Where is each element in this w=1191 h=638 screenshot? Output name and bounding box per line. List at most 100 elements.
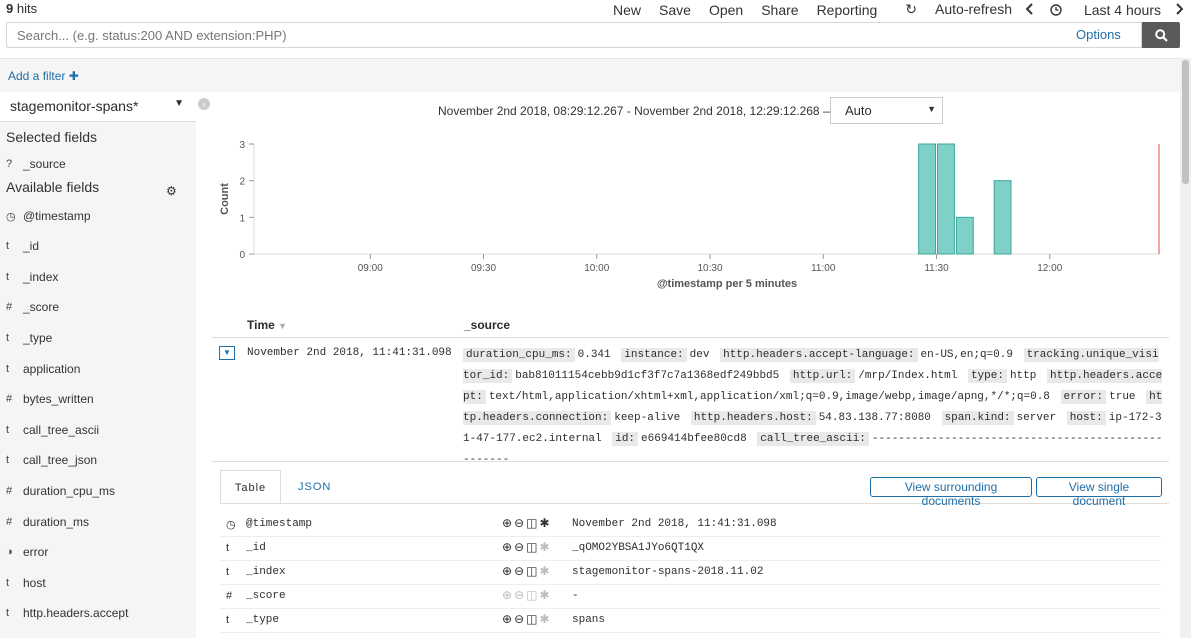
- search-bar: Options: [6, 22, 1180, 48]
- field-item[interactable]: t host: [6, 573, 192, 593]
- zoom-in-icon[interactable]: ⊕: [502, 588, 514, 602]
- detail-field-name: _score: [246, 590, 286, 602]
- search-button[interactable]: [1142, 22, 1180, 48]
- zoom-in-icon[interactable]: ⊕: [502, 516, 514, 530]
- field-name: _index: [23, 270, 59, 284]
- zoom-out-icon[interactable]: ⊖: [514, 540, 526, 554]
- field-item[interactable]: ◷ @timestamp: [6, 206, 192, 226]
- string-type-icon: t: [6, 332, 10, 344]
- field-name: _source: [23, 157, 66, 171]
- top-nav: New Save Open Share Reporting ↻ Auto-refr…: [595, 1, 1184, 18]
- interval-select[interactable]: Auto ▼: [830, 97, 943, 124]
- field-item[interactable]: ◑ error: [6, 542, 192, 562]
- field-item[interactable]: ? _source: [6, 154, 192, 174]
- field-item[interactable]: t _id: [6, 236, 192, 256]
- detail-field-value: November 2nd 2018, 11:41:31.098: [572, 518, 777, 530]
- clock-icon: [1050, 3, 1062, 16]
- toggle-column-icon[interactable]: ◫: [526, 612, 539, 626]
- tab-json[interactable]: JSON: [298, 470, 331, 504]
- time-next-button[interactable]: [1175, 2, 1184, 18]
- chart-y-label: Count: [219, 183, 231, 215]
- tab-table[interactable]: Table: [220, 470, 281, 504]
- time-prev-button[interactable]: [1025, 2, 1034, 18]
- view-surrounding-button[interactable]: View surrounding documents: [870, 477, 1032, 508]
- add-filter-button[interactable]: Add a filter ✚: [8, 69, 79, 83]
- field-name: @timestamp: [23, 209, 91, 223]
- open-button[interactable]: Open: [709, 2, 743, 18]
- asterisk-icon[interactable]: ✱: [539, 612, 551, 626]
- field-name: call_tree_ascii: [23, 423, 100, 437]
- string-type-icon: t: [6, 577, 10, 589]
- search-input[interactable]: [6, 22, 1142, 48]
- field-item[interactable]: # duration_ms: [6, 512, 192, 532]
- string-type-icon: t: [6, 607, 10, 619]
- page-scrollbar[interactable]: [1180, 58, 1191, 638]
- index-pattern-label: stagemonitor-spans*: [10, 98, 139, 114]
- gear-icon[interactable]: ⚙: [166, 184, 177, 198]
- scroll-thumb[interactable]: [1182, 60, 1189, 184]
- field-item[interactable]: t _type: [6, 328, 192, 348]
- number-type-icon: #: [6, 485, 13, 497]
- detail-row: t _type ⊕⊖◫✱ spans: [220, 609, 1161, 633]
- source-value: /mrp/Index.html: [858, 370, 958, 382]
- time-range-text: November 2nd 2018, 08:29:12.267 - Novemb…: [438, 104, 835, 118]
- detail-row: t _id ⊕⊖◫✱ _qOMO2YBSA1JYo6QT1QX: [220, 537, 1161, 561]
- detail-field-value: stagemonitor-spans-2018.11.02: [572, 566, 764, 578]
- string-type-icon: t: [6, 240, 10, 252]
- chart-bar[interactable]: [955, 216, 974, 255]
- save-button[interactable]: Save: [659, 2, 691, 18]
- auto-refresh-label: Auto-refresh: [935, 1, 1013, 17]
- zoom-in-icon[interactable]: ⊕: [502, 540, 514, 554]
- source-key: http.headers.accept-language:: [720, 348, 918, 362]
- zoom-out-icon[interactable]: ⊖: [514, 588, 526, 602]
- string-type-icon: t: [6, 271, 10, 283]
- share-button[interactable]: Share: [761, 2, 798, 18]
- field-sidebar: stagemonitor-spans* ▼ Selected fields ? …: [0, 92, 196, 638]
- time-picker-button[interactable]: Last 4 hours: [1050, 2, 1161, 18]
- view-single-button[interactable]: View single document: [1036, 477, 1162, 508]
- toggle-column-icon[interactable]: ◫: [526, 564, 539, 578]
- add-filter-label: Add a filter: [8, 69, 66, 83]
- source-key: span.kind:: [941, 411, 1014, 425]
- field-item[interactable]: t _index: [6, 267, 192, 287]
- source-key: duration_cpu_ms:: [463, 348, 575, 362]
- zoom-out-icon[interactable]: ⊖: [514, 612, 526, 626]
- chart-bar[interactable]: [937, 143, 955, 255]
- time-column-header[interactable]: Time ▼: [247, 318, 287, 332]
- field-item[interactable]: t call_tree_ascii: [6, 420, 192, 440]
- chevron-right-icon: [1176, 2, 1184, 15]
- field-name: _score: [23, 300, 60, 314]
- field-item[interactable]: t call_tree_json: [6, 450, 192, 470]
- chart-y-ticks: 0 1 2 3: [239, 140, 254, 261]
- index-pattern-select[interactable]: stagemonitor-spans* ▼: [0, 92, 196, 122]
- row-collapse-toggle[interactable]: ▼: [219, 346, 235, 360]
- sort-caret-icon[interactable]: ▼: [278, 321, 287, 331]
- chart-bar[interactable]: [993, 180, 1012, 255]
- field-item[interactable]: # duration_cpu_ms: [6, 481, 192, 501]
- chart-bar[interactable]: [918, 143, 937, 255]
- toggle-column-icon[interactable]: ◫: [526, 588, 539, 602]
- zoom-in-icon[interactable]: ⊕: [502, 564, 514, 578]
- detail-field-name: _type: [246, 614, 280, 626]
- collapse-sidebar-icon[interactable]: ‹: [198, 98, 210, 110]
- asterisk-icon[interactable]: ✱: [539, 588, 551, 602]
- toggle-column-icon[interactable]: ◫: [526, 540, 539, 554]
- asterisk-icon[interactable]: ✱: [539, 516, 551, 530]
- reporting-button[interactable]: Reporting: [817, 2, 878, 18]
- asterisk-icon[interactable]: ✱: [539, 564, 551, 578]
- asterisk-icon[interactable]: ✱: [539, 540, 551, 554]
- row-source: duration_cpu_ms: 0.341 instance: dev http.…: [463, 345, 1163, 471]
- unknown-type-icon: ?: [6, 158, 13, 170]
- toggle-column-icon[interactable]: ◫: [526, 516, 539, 530]
- zoom-out-icon[interactable]: ⊖: [514, 516, 526, 530]
- source-key: id:: [612, 432, 639, 446]
- field-item[interactable]: t http.headers.accept: [6, 603, 192, 623]
- field-item[interactable]: # _score: [6, 297, 192, 317]
- options-link[interactable]: Options: [1076, 27, 1121, 42]
- field-item[interactable]: t application: [6, 359, 192, 379]
- zoom-out-icon[interactable]: ⊖: [514, 564, 526, 578]
- zoom-in-icon[interactable]: ⊕: [502, 612, 514, 626]
- new-button[interactable]: New: [613, 2, 641, 18]
- auto-refresh-button[interactable]: ↻ Auto-refresh: [887, 1, 1012, 18]
- field-item[interactable]: # bytes_written: [6, 389, 192, 409]
